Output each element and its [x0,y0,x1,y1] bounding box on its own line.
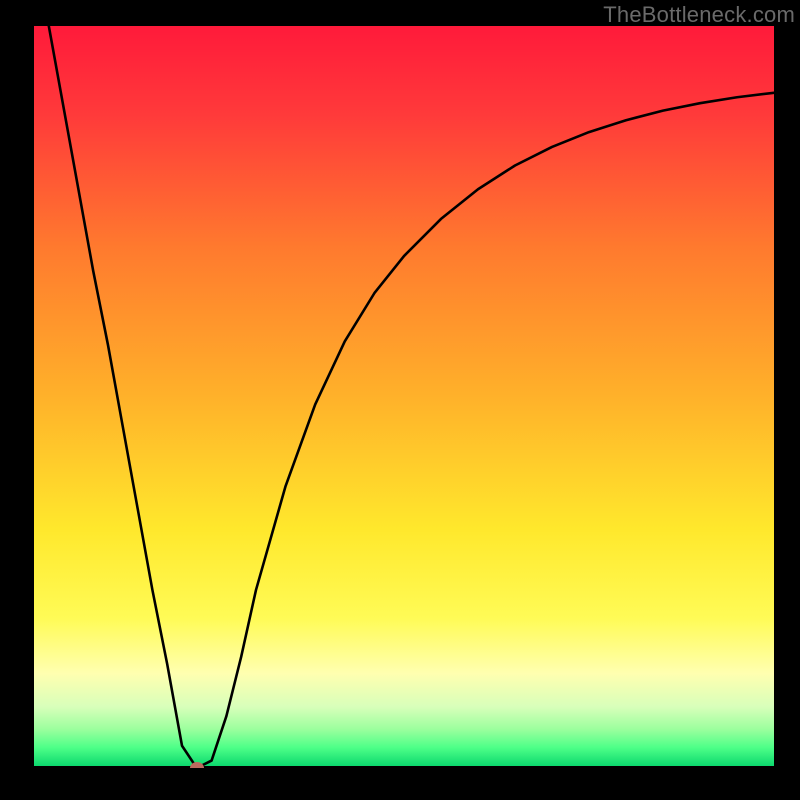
minimum-marker-icon [190,762,204,768]
watermark-text: TheBottleneck.com [603,2,795,28]
chart-curve [34,26,774,768]
plot-area [34,26,774,768]
